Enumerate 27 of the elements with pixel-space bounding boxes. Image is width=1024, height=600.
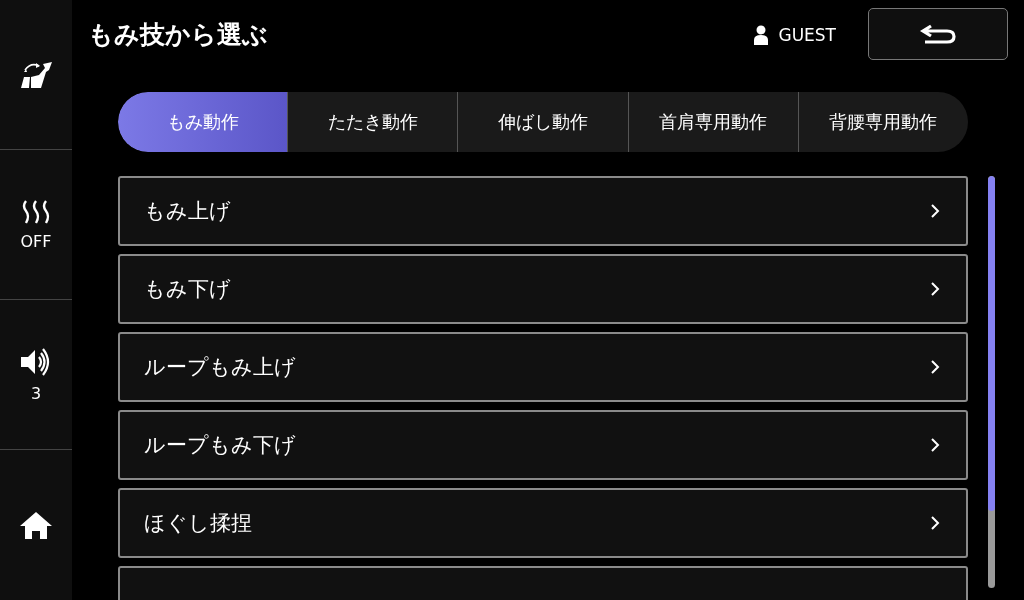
sidebar-button[interactable]: 3 (0, 300, 72, 450)
list-item[interactable]: もみ上げ (118, 176, 968, 246)
person-icon (754, 25, 769, 45)
tab[interactable]: 首肩専用動作 (627, 92, 798, 152)
tab[interactable]: たたき動作 (287, 92, 458, 152)
tab[interactable]: もみ動作 (118, 92, 288, 152)
list-item[interactable]: ループもみ下げ (118, 410, 968, 480)
tab[interactable]: 背腰専用動作 (797, 92, 968, 152)
chevron-right-icon (930, 203, 940, 219)
list-item[interactable]: ほぐし揉捏 (118, 488, 968, 558)
tab[interactable]: 伸ばし動作 (457, 92, 628, 152)
chevron-right-icon (930, 359, 940, 375)
chevron-right-icon (930, 437, 940, 453)
chevron-right-icon (930, 515, 940, 531)
page-title: もみ技から選ぶ (88, 19, 269, 51)
scrollbar[interactable] (988, 176, 995, 588)
speaker-icon (20, 346, 52, 377)
heat-waves-icon (20, 198, 52, 225)
seat-icon (19, 59, 53, 90)
chevron-right-icon (930, 281, 940, 297)
sidebar-button[interactable]: OFF (0, 150, 72, 300)
list-item[interactable]: ループもみ上げ (118, 332, 968, 402)
list-item[interactable]: もみ下げ (118, 254, 968, 324)
back-button[interactable] (868, 8, 1008, 60)
user-name: GUEST (778, 24, 836, 46)
return-arrow-icon (919, 23, 957, 45)
home-icon (19, 509, 53, 540)
